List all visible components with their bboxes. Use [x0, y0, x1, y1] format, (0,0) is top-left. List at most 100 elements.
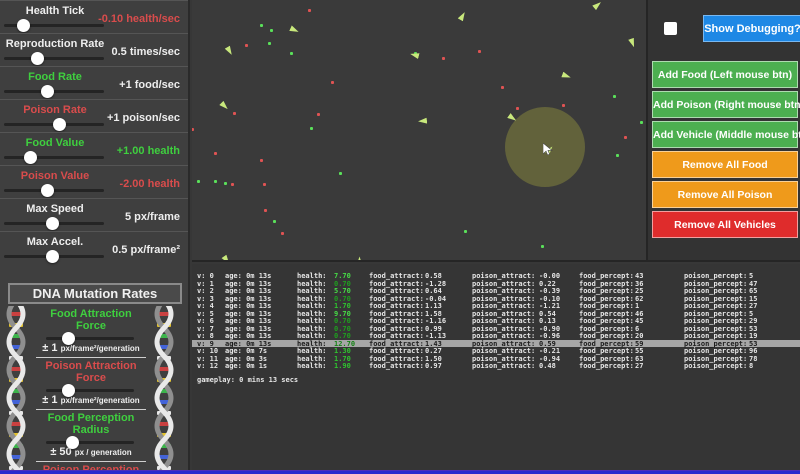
show-debugging-button[interactable]: Show Debugging?: [703, 15, 800, 42]
slider-value-poison-value: -2.00 health: [119, 166, 180, 199]
stat-fp: 27: [635, 362, 643, 370]
slider-thumb-food-rate[interactable]: [41, 85, 54, 98]
slider-track-poison-rate[interactable]: [4, 123, 104, 126]
slider-thumb-food-value[interactable]: [24, 151, 37, 164]
dna-mutation-area: Food Attraction Force ± 1 px/frame²/gener…: [0, 306, 190, 474]
debug-toggle-row: Show Debugging?: [662, 15, 798, 42]
poison-dot: [260, 159, 263, 162]
slider-track-reproduction-rate[interactable]: [4, 57, 104, 60]
stat-v: v: 12: [197, 362, 218, 370]
slider-value-food-value: +1.00 health: [117, 133, 180, 166]
debug-console: v: 0age: 0m 13shealth:7.70food_attract:0…: [192, 264, 800, 474]
slider-label-poison-value: Poison Value: [0, 170, 110, 182]
dna-slider-group-poison-attraction-force: Poison Attraction Force± 1 px/frame²/gen…: [36, 358, 146, 410]
stat-age: age: 0m 1s: [225, 362, 267, 370]
dna-slider-thumb-poison-attraction-force[interactable]: [62, 384, 75, 397]
dna-mutation-amount-poison-attraction-force: ± 1 px/frame²/generation: [36, 392, 146, 409]
poison-dot: [516, 107, 519, 110]
slider-label-health-tick: Health Tick: [0, 5, 110, 17]
slider-thumb-health-tick[interactable]: [17, 19, 30, 32]
remove-all-poison-button[interactable]: Remove All Poison: [652, 181, 798, 208]
poison-dot: [233, 112, 236, 115]
food-dot: [541, 245, 544, 248]
food-dot: [616, 154, 619, 157]
slider-group-max-speed: Max Speed5 px/frame: [0, 198, 188, 231]
vehicle-stats-row: v: 6age: 0m 13shealth:0.70food_attract:-…: [192, 317, 800, 325]
vehicle-agent: [592, 0, 603, 10]
slider-label-food-value: Food Value: [0, 137, 110, 149]
vehicle-agent: [628, 38, 637, 49]
stat-health: 1.90: [334, 362, 351, 370]
slider-value-max-speed: 5 px/frame: [125, 199, 180, 232]
gameplay-timer: gameplay: 0 mins 13 secs: [197, 376, 800, 384]
slider-thumb-poison-rate[interactable]: [53, 118, 66, 131]
slider-track-poison-value[interactable]: [4, 189, 104, 192]
slider-track-food-rate[interactable]: [4, 90, 104, 93]
food-dot: [339, 172, 342, 175]
food-dot: [464, 230, 467, 233]
dna-slider-thumb-food-attraction-force[interactable]: [62, 332, 75, 345]
vehicle-agent: [561, 72, 572, 81]
simulation-app: Health Tick-0.10 health/sec Reproduction …: [0, 0, 800, 474]
slider-thumb-poison-value[interactable]: [41, 184, 54, 197]
dna-slider-label-food-attraction-force: Food Attraction Force: [36, 308, 146, 332]
slider-thumb-max-speed[interactable]: [46, 217, 59, 230]
dna-slider-track-food-attraction-force[interactable]: [46, 337, 134, 340]
food-dot: [270, 29, 273, 32]
add-food-button[interactable]: Add Food (Left mouse btn): [652, 61, 798, 88]
slider-label-poison-rate: Poison Rate: [0, 104, 110, 116]
action-button-list: Add Food (Left mouse btn) Add Poison (Rig…: [652, 61, 798, 241]
slider-group-food-value: Food Value +1.00 health: [0, 132, 188, 165]
vehicle-stats-row: v: 1age: 0m 13shealth:0.70food_attract:-…: [192, 280, 800, 288]
slider-track-food-value[interactable]: [4, 156, 104, 159]
slider-group-max-accel: Max Accel.0.5 px/frame²: [0, 231, 188, 264]
remove-all-vehicles-button[interactable]: Remove All Vehicles: [652, 211, 798, 238]
slider-value-reproduction-rate: 0.5 times/sec: [112, 34, 181, 67]
slider-value-food-rate: +1 food/sec: [119, 67, 180, 100]
simulation-canvas[interactable]: [192, 0, 646, 262]
slider-thumb-reproduction-rate[interactable]: [31, 52, 44, 65]
slider-track-max-accel[interactable]: [4, 255, 104, 258]
dna-slider-list: Food Attraction Force ± 1 px/frame²/gener…: [36, 306, 146, 474]
food-dot: [260, 24, 263, 27]
slider-label-reproduction-rate: Reproduction Rate: [0, 38, 110, 50]
slider-value-poison-rate: +1 poison/sec: [107, 100, 180, 133]
settings-sidebar: Health Tick-0.10 health/sec Reproduction …: [0, 0, 190, 474]
vehicle-agent: [418, 118, 427, 125]
dna-slider-group-food-attraction-force: Food Attraction Force± 1 px/frame²/gener…: [36, 306, 146, 358]
actions-panel: Show Debugging? Add Food (Left mouse btn…: [646, 0, 800, 262]
poison-dot: [231, 183, 234, 186]
poison-dot: [308, 9, 311, 12]
vehicle-agent: [458, 11, 468, 22]
poison-dot: [562, 104, 565, 107]
vehicle-agent: [219, 101, 230, 112]
vehicle-agent: [221, 255, 231, 262]
poison-dot: [245, 44, 248, 47]
vehicle-stats-row: v: 4age: 0m 13shealth:1.70food_attract:1…: [192, 302, 800, 310]
vehicle-stats-rows: v: 0age: 0m 13shealth:7.70food_attract:0…: [192, 272, 800, 370]
food-dot: [273, 220, 276, 223]
stat-pa_label: poison_attract:: [472, 362, 535, 370]
add-poison-button[interactable]: Add Poison (Right mouse btn): [652, 91, 798, 118]
remove-all-food-button[interactable]: Remove All Food: [652, 151, 798, 178]
slider-label-food-rate: Food Rate: [0, 71, 110, 83]
food-dot: [613, 95, 616, 98]
food-dot: [197, 180, 200, 183]
add-vehicle-button[interactable]: Add Vehicle (Middle mouse btn): [652, 121, 798, 148]
poison-dot: [317, 113, 320, 116]
vehicle-agent: [357, 257, 363, 263]
poison-dot: [442, 57, 445, 60]
show-debugging-checkbox[interactable]: [664, 22, 677, 35]
poison-dot: [624, 136, 627, 139]
slider-group-health-tick: Health Tick-0.10 health/sec: [0, 0, 188, 33]
slider-track-health-tick[interactable]: [4, 24, 104, 27]
slider-track-max-speed[interactable]: [4, 222, 104, 225]
slider-list: Health Tick-0.10 health/sec Reproduction …: [0, 0, 188, 264]
slider-thumb-max-accel[interactable]: [46, 250, 59, 263]
stat-fa: 0.97: [425, 362, 442, 370]
dna-slider-track-poison-attraction-force[interactable]: [46, 389, 134, 392]
vehicle-agent: [225, 46, 235, 57]
dna-mutation-rates-header: DNA Mutation Rates: [8, 283, 182, 304]
poison-dot: [501, 86, 504, 89]
dna-slider-track-food-perception-radius[interactable]: [46, 441, 134, 444]
